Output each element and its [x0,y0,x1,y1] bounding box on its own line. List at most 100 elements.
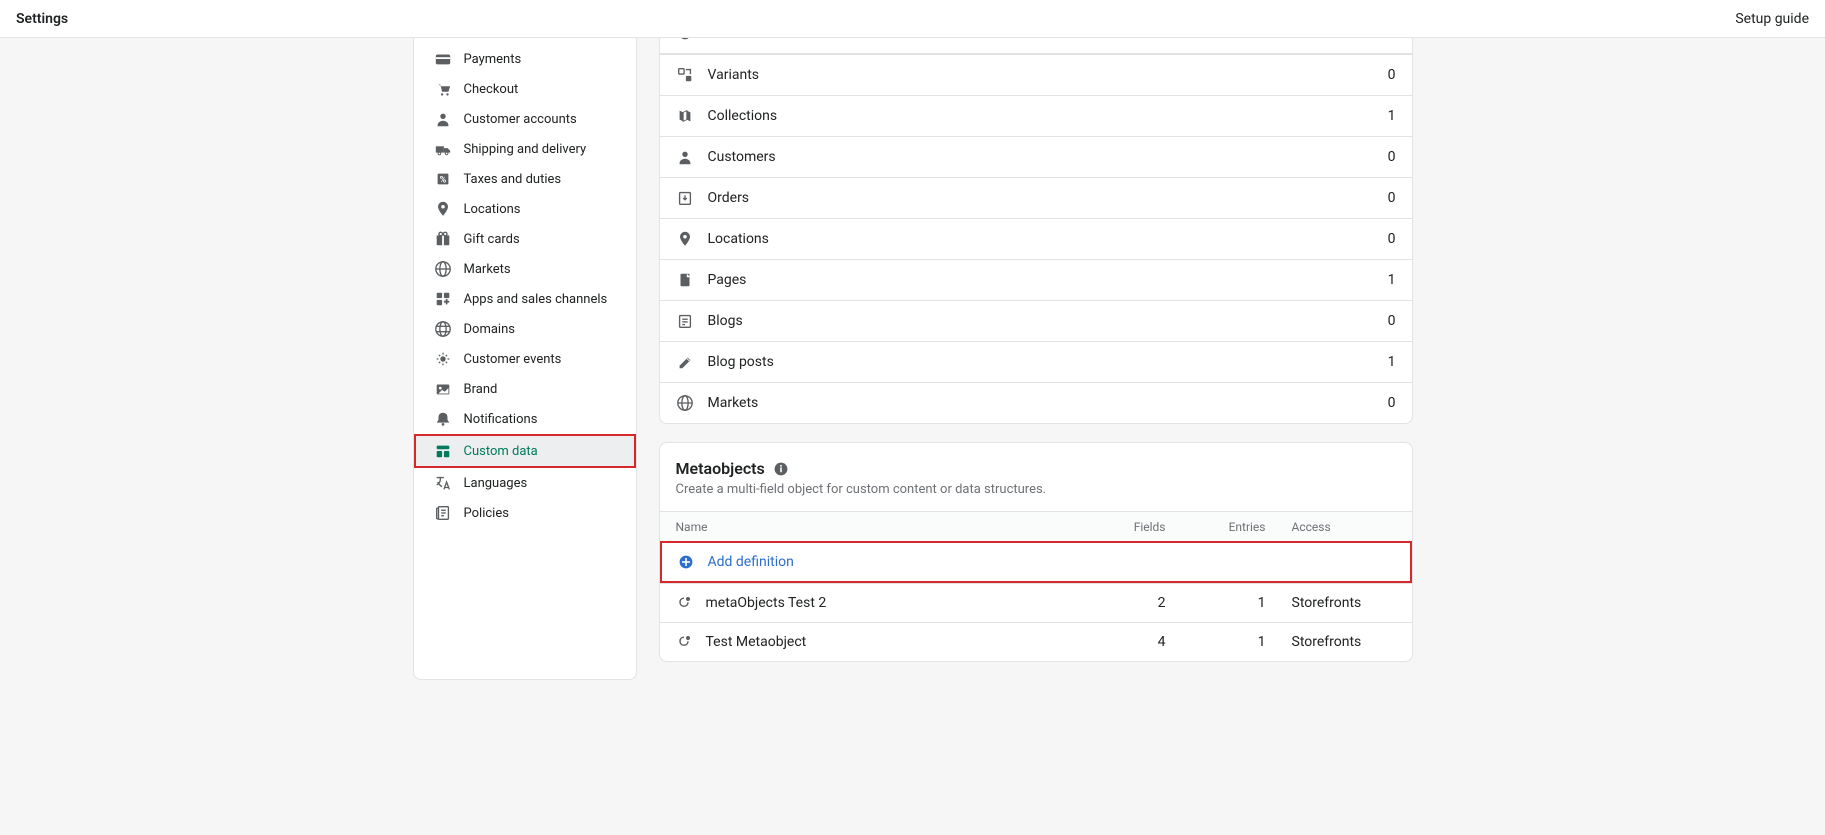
variants-icon [676,66,694,84]
add-definition-row[interactable]: Add definition [660,541,1412,583]
col-name-header: Name [676,520,1076,534]
sidebar-item-customdata[interactable]: Custom data [414,434,636,468]
sidebar-item-checkout[interactable]: Checkout [422,74,628,104]
brand-icon [434,380,452,398]
metaobject-entries: 1 [1166,634,1266,650]
collections-icon [676,107,694,125]
definition-label: Orders [708,190,1374,206]
info-icon[interactable] [773,461,789,477]
definition-row-collections[interactable]: Collections1 [660,95,1412,136]
metaobject-icon [676,595,692,611]
metaobject-icon [676,634,692,650]
metaobjects-title: Metaobjects [676,459,765,478]
definition-count: 0 [1388,395,1396,411]
sidebar-item-label: Payments [464,52,522,67]
definition-label: Customers [708,149,1374,165]
definition-label: Locations [708,231,1374,247]
customer-icon [676,148,694,166]
sidebar-item-gift[interactable]: Gift cards [422,224,628,254]
metaobject-name: metaObjects Test 2 [706,595,827,611]
sidebar-item-languages[interactable]: Languages [422,468,628,498]
customdata-icon [434,442,452,460]
blogposts-icon [676,353,694,371]
col-fields-header: Fields [1076,520,1166,534]
metafield-definitions-card: Variants0Collections1Customers0Orders0Lo… [659,38,1413,424]
sidebar-item-markets[interactable]: Markets [422,254,628,284]
sidebar-item-shipping[interactable]: Shipping and delivery [422,134,628,164]
customer-icon [434,110,452,128]
metaobject-name: Test Metaobject [706,634,807,650]
definition-label: Collections [708,108,1374,124]
sidebar-item-label: Domains [464,322,515,337]
definition-row-pages[interactable]: Pages1 [660,259,1412,300]
sidebar-item-label: Notifications [464,412,538,427]
definition-row-orders[interactable]: Orders0 [660,177,1412,218]
settings-sidebar: Payments Checkout Customer accounts Shippin… [413,38,637,680]
metaobjects-subtitle: Create a multi-field object for custom c… [676,482,1396,497]
metaobject-entries: 1 [1166,595,1266,611]
definition-row-variants[interactable]: Variants0 [660,54,1412,95]
definition-row-blogposts[interactable]: Blog posts1 [660,341,1412,382]
sidebar-item-policies[interactable]: Policies [422,498,628,528]
markets-icon [676,394,694,412]
definition-count: 0 [1388,231,1396,247]
sidebar-item-brand[interactable]: Brand [422,374,628,404]
definition-label: Blog posts [708,354,1374,370]
blogs-icon [676,312,694,330]
sidebar-item-label: Taxes and duties [464,172,562,187]
metaobjects-table-header: Name Fields Entries Access [660,511,1412,542]
sidebar-item-notifications[interactable]: Notifications [422,404,628,434]
metaobject-row[interactable]: metaObjects Test 221Storefronts [660,583,1412,622]
sidebar-item-domains[interactable]: Domains [422,314,628,344]
shipping-icon [434,140,452,158]
definition-row-blogs[interactable]: Blogs 0 [660,300,1412,341]
sidebar-item-apps[interactable]: Apps and sales channels [422,284,628,314]
definition-count: 0 [1388,67,1396,83]
sidebar-item-location[interactable]: Locations [422,194,628,224]
sidebar-item-customer[interactable]: Customer accounts [422,104,628,134]
definition-row-customer[interactable]: Customers 0 [660,136,1412,177]
metaobjects-header: Metaobjects Create a multi-field object … [660,443,1412,511]
gift-icon [434,230,452,248]
events-icon [434,350,452,368]
add-definition-label: Add definition [708,554,794,570]
domains-icon [434,320,452,338]
definition-count: 0 [1388,149,1396,165]
location-icon [434,200,452,218]
col-entries-header: Entries [1166,520,1266,534]
definition-label: Blogs [708,313,1374,329]
sidebar-item-payments[interactable]: Payments [422,44,628,74]
setup-guide-link[interactable]: Setup guide [1729,11,1809,27]
sidebar-item-label: Customer accounts [464,112,577,127]
sidebar-item-label: Languages [464,476,528,491]
definition-row-markets[interactable]: Markets0 [660,382,1412,423]
apps-icon [434,290,452,308]
metaobject-row[interactable]: Test Metaobject41Storefronts [660,622,1412,661]
sidebar-item-label: Custom data [464,444,538,459]
definition-count: 0 [1388,313,1396,329]
sidebar-item-events[interactable]: Customer events [422,344,628,374]
sidebar-item-label: Customer events [464,352,562,367]
notifications-icon [434,410,452,428]
main-content: Variants0Collections1Customers0Orders0Lo… [659,38,1413,680]
sidebar-item-taxes[interactable]: Taxes and duties [422,164,628,194]
policies-icon [434,504,452,522]
col-access-header: Access [1266,520,1396,534]
sidebar-item-label: Markets [464,262,511,277]
page-title: Settings [16,11,68,27]
taxes-icon [434,170,452,188]
location-icon [676,230,694,248]
definition-row-location[interactable]: Locations 0 [660,218,1412,259]
metaobject-access: Storefronts [1266,595,1396,611]
definition-label: Pages [708,272,1374,288]
pages-icon [676,271,694,289]
topbar: Settings Setup guide [0,0,1825,38]
sidebar-item-label: Shipping and delivery [464,142,587,157]
markets-icon [434,260,452,278]
metaobject-access: Storefronts [1266,634,1396,650]
sidebar-item-label: Gift cards [464,232,520,247]
sidebar-item-label: Checkout [464,82,519,97]
metaobjects-card: Metaobjects Create a multi-field object … [659,442,1413,662]
languages-icon [434,474,452,492]
plus-circle-icon [678,554,694,570]
